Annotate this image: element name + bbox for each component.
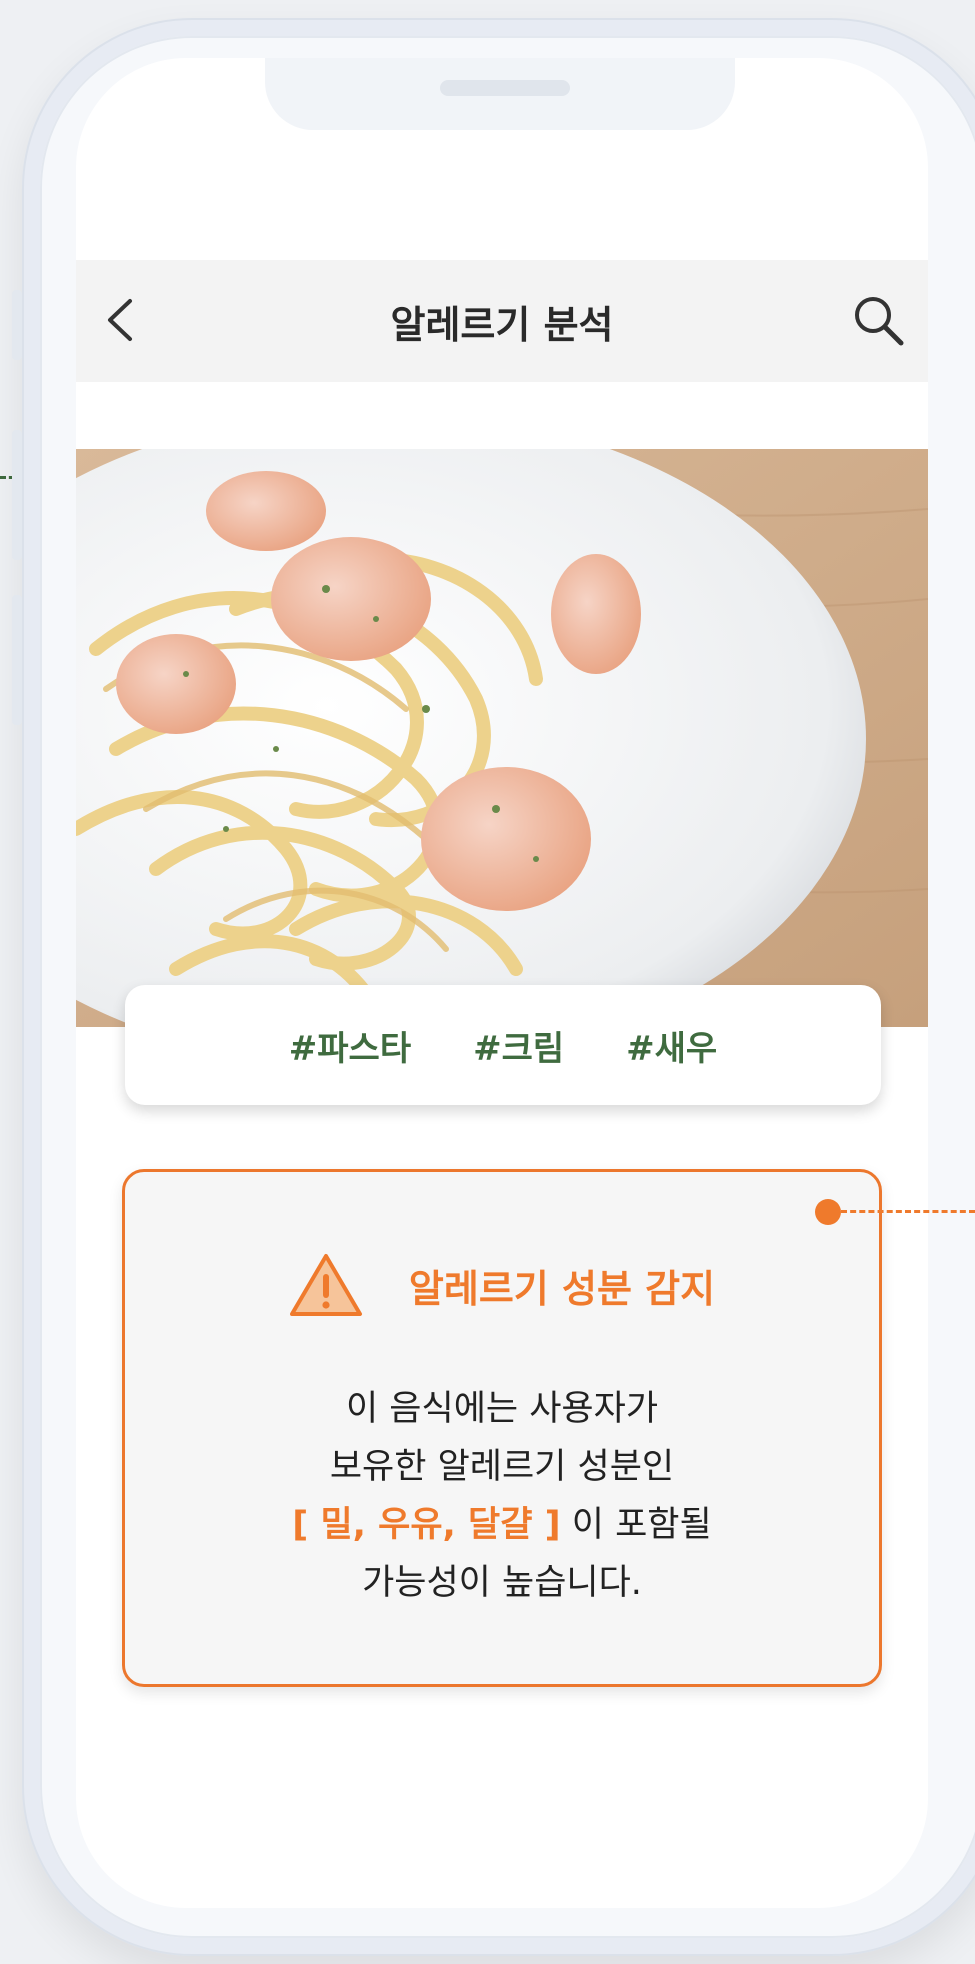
side-button-1: [12, 290, 22, 360]
page-title: 알레르기 분석: [390, 303, 614, 347]
annotation-dot-right: [815, 1199, 841, 1225]
canvas: 알레르기 분석 #파스타 #크림 #새우 알레르기 성분 감지 이 음식에는 사…: [0, 0, 975, 1964]
alert-message: 이 음식에는 사용자가 보유한 알레르기 성분인 [ 밀, 우유, 달걀 ] 이…: [125, 1380, 879, 1612]
alert-line-4: 가능성이 높습니다.: [362, 1563, 642, 1603]
warning-triangle-icon: [289, 1254, 362, 1316]
speaker-grille: [440, 80, 570, 96]
app-header: 알레르기 분석: [76, 260, 928, 382]
food-photo: [76, 449, 928, 1027]
phone-screen: 알레르기 분석 #파스타 #크림 #새우 알레르기 성분 감지 이 음식에는 사…: [76, 58, 928, 1908]
phone-notch: [265, 58, 735, 130]
alert-header: 알레르기 성분 감지: [125, 1252, 879, 1318]
tag-shrimp[interactable]: #새우: [626, 1021, 717, 1070]
alert-line-2: 보유한 알레르기 성분인: [329, 1447, 675, 1487]
allergen-list: [ 밀, 우유, 달걀 ]: [292, 1505, 561, 1545]
tag-cream[interactable]: #크림: [473, 1021, 564, 1070]
side-button-2: [12, 430, 22, 560]
food-tags-card: #파스타 #크림 #새우: [125, 985, 881, 1105]
alert-line-1: 이 음식에는 사용자가: [345, 1389, 659, 1429]
annotation-line-right: [841, 1210, 975, 1213]
search-icon[interactable]: [850, 292, 906, 348]
tag-pasta[interactable]: #파스타: [289, 1021, 411, 1070]
alert-line-3: [ 밀, 우유, 달걀 ] 이 포함될: [125, 1496, 879, 1554]
alert-title: 알레르기 성분 감지: [408, 1266, 716, 1311]
allergy-alert-card: 알레르기 성분 감지 이 음식에는 사용자가 보유한 알레르기 성분인 [ 밀,…: [122, 1169, 882, 1687]
side-button-3: [12, 595, 22, 725]
alert-line-3-suffix: 이 포함될: [560, 1505, 712, 1545]
pasta-image: [76, 449, 928, 1027]
